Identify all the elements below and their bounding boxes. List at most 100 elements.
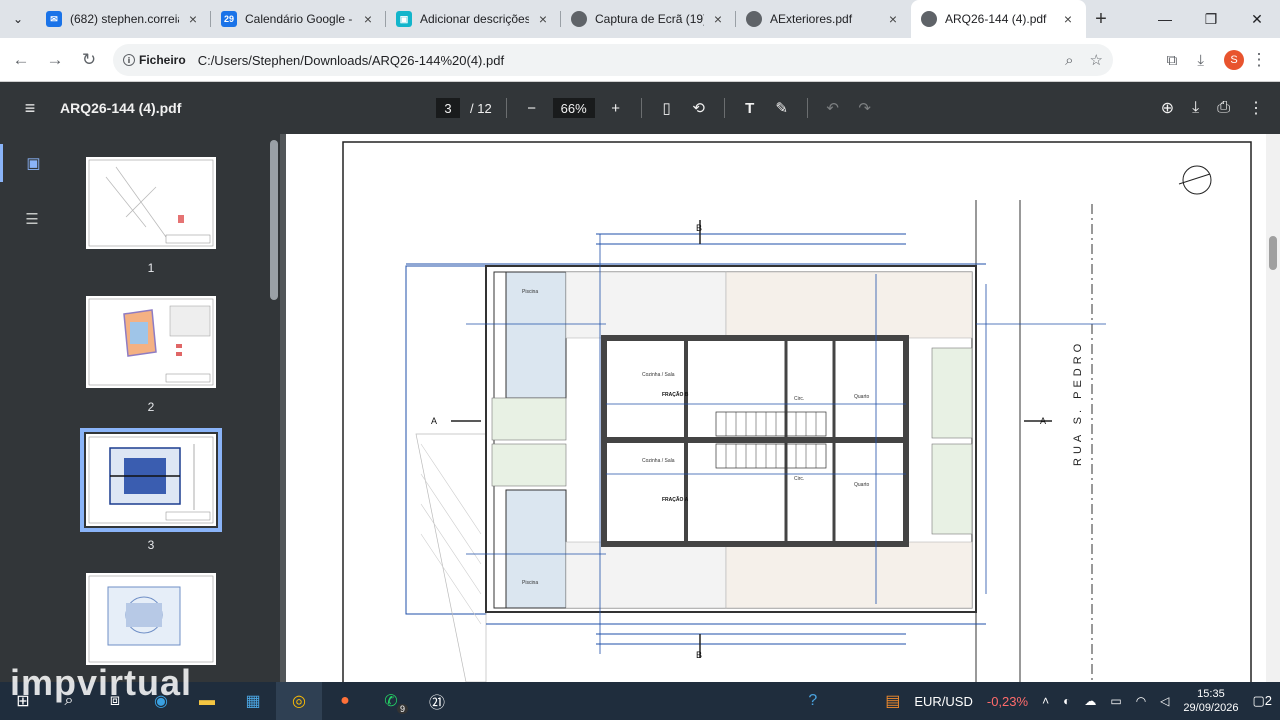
zoom-input[interactable]: 66%	[552, 98, 595, 118]
window-controls: — ❐ ✕	[1142, 0, 1280, 38]
tab-descriptions[interactable]: ▣ Adicionar descrições ×	[386, 0, 561, 38]
section-a-left: A	[431, 416, 437, 426]
tab-strip: ⌄ ✉ (682) stephen.correia × 29 Calendári…	[0, 0, 1280, 38]
add-annotation-icon[interactable]: ⊕	[1161, 98, 1174, 118]
close-icon[interactable]: ×	[360, 11, 376, 27]
pdf-toolbar: ≡ ARQ26-144 (4).pdf 3 / 12 − 66% + ▯ ⟲ T…	[0, 82, 1280, 134]
tab-calendar[interactable]: 29 Calendário Google - S ×	[211, 0, 386, 38]
notification-center-icon[interactable]: ▢2	[1252, 693, 1272, 709]
undo-icon[interactable]: ↶	[822, 99, 844, 117]
redo-icon[interactable]: ↷	[854, 99, 876, 117]
download-icon[interactable]: ⤓	[1192, 99, 1199, 117]
tray-expand-icon[interactable]: ˄	[1042, 694, 1049, 708]
page-thumbnail-3[interactable]	[80, 428, 222, 532]
zoom-lens-icon[interactable]: ⌕	[1065, 52, 1073, 69]
pdf-viewer: Piscina Piscina Cozinha / Sala Cozinha /…	[280, 134, 1280, 682]
close-icon[interactable]: ×	[710, 11, 726, 27]
app-21-icon[interactable]: ㉑	[414, 682, 460, 720]
draw-icon[interactable]: ✎	[771, 99, 793, 117]
download-icon[interactable]: ⤓	[1197, 52, 1204, 69]
globe-icon	[921, 11, 937, 27]
thumbnail-sidebar: ▣ ☰ 1 2 3	[0, 134, 268, 682]
page-thumbnail-1[interactable]	[86, 157, 216, 249]
tab-title: Adicionar descrições	[420, 12, 529, 26]
tab-title: AExteriores.pdf	[770, 12, 853, 26]
sidebar-scrollbar[interactable]	[268, 134, 280, 682]
zoom-out-icon[interactable]: −	[521, 100, 543, 117]
page-thumbnail-4[interactable]	[86, 573, 216, 665]
help-icon[interactable]: ?	[808, 692, 817, 710]
viewer-scrollbar[interactable]	[1266, 134, 1280, 682]
reload-icon[interactable]: ↻	[72, 43, 106, 77]
restore-icon[interactable]: ❐	[1188, 0, 1234, 38]
whatsapp-icon[interactable]: ✆ 9	[368, 682, 414, 720]
close-icon[interactable]: ×	[885, 11, 901, 27]
section-b-bottom: B	[696, 650, 702, 660]
chrome-icon[interactable]: ◎	[276, 682, 322, 720]
thumbnail-label: 2	[147, 400, 155, 414]
thumbnail-label: 3	[147, 538, 155, 552]
new-tab-button[interactable]: +	[1086, 8, 1116, 31]
divider	[505, 98, 507, 118]
firefox-icon[interactable]: ●	[322, 682, 368, 720]
info-icon[interactable]: i	[123, 54, 135, 66]
divider	[640, 98, 642, 118]
stocks-icon[interactable]: ▤	[885, 691, 900, 711]
back-icon[interactable]: ←	[4, 43, 38, 77]
zoom-in-icon[interactable]: +	[605, 100, 627, 117]
system-clock[interactable]: 15:35 29/09/2026	[1183, 687, 1238, 715]
fit-page-icon[interactable]: ▯	[656, 99, 678, 117]
browser-toolbar: ← → ↻ i Ficheiro C:/Users/Stephen/Downlo…	[0, 38, 1280, 82]
more-options-icon[interactable]: ⋮	[1248, 98, 1264, 118]
thumbnail-label: 1	[147, 261, 155, 275]
battery-icon[interactable]: ▭	[1110, 694, 1121, 708]
currency-pair[interactable]: EUR/USD	[914, 694, 973, 709]
close-window-icon[interactable]: ✕	[1234, 0, 1280, 38]
camera-icon[interactable]: ◐	[1063, 694, 1070, 708]
circulation-label-b: Circ.	[794, 396, 804, 402]
close-icon[interactable]: ×	[1060, 11, 1076, 27]
tab-search-button[interactable]: ⌄	[0, 0, 36, 38]
floor-plan-drawing: Piscina Piscina Cozinha / Sala Cozinha /…	[342, 141, 1252, 682]
bookmark-star-icon[interactable]: ☆	[1090, 51, 1103, 69]
rotate-icon[interactable]: ⟲	[688, 99, 710, 117]
tab-screenshot[interactable]: Captura de Ecrã (19).p ×	[561, 0, 736, 38]
thumbnails-view-icon[interactable]: ▣	[0, 144, 64, 182]
page-number-input[interactable]: 3	[436, 98, 460, 118]
street-label: RUA S. PEDRO	[1072, 340, 1084, 466]
pool-label-top: Piscina	[522, 289, 538, 295]
menu-kebab-icon[interactable]: ⋮	[1242, 43, 1276, 77]
text-size-icon[interactable]: T	[739, 100, 761, 117]
close-icon[interactable]: ×	[535, 11, 551, 27]
currency-change: -0,23%	[986, 693, 1029, 709]
tab-aexteriores[interactable]: AExteriores.pdf ×	[736, 0, 911, 38]
extensions-icon[interactable]: ⧉	[1167, 52, 1178, 69]
kitchen-label-a: Cozinha / Sala	[642, 458, 675, 464]
url-text[interactable]: C:/Users/Stephen/Downloads/ARQ26-144%20(…	[198, 53, 504, 68]
tab-gmail[interactable]: ✉ (682) stephen.correia ×	[36, 0, 211, 38]
avatar[interactable]: S	[1224, 50, 1244, 70]
forward-icon[interactable]: →	[38, 43, 72, 77]
pdf-page: Piscina Piscina Cozinha / Sala Cozinha /…	[286, 134, 1268, 682]
address-bar[interactable]: i Ficheiro C:/Users/Stephen/Downloads/AR…	[113, 44, 1113, 76]
clock-time: 15:35	[1197, 688, 1225, 700]
minimize-icon[interactable]: —	[1142, 0, 1188, 38]
page-thumbnail-2[interactable]	[86, 296, 216, 388]
wifi-icon[interactable]: ◠	[1136, 694, 1146, 708]
bedroom-label-a: Quarto	[854, 482, 870, 488]
volume-icon[interactable]: ◁	[1160, 694, 1169, 708]
scrollbar-thumb[interactable]	[1269, 236, 1277, 270]
notification-count: 2	[1264, 693, 1272, 708]
scheme-label: Ficheiro	[139, 53, 186, 67]
close-icon[interactable]: ×	[185, 11, 201, 27]
outline-view-icon[interactable]: ☰	[0, 200, 64, 238]
globe-icon	[571, 11, 587, 27]
hamburger-icon[interactable]: ≡	[0, 98, 60, 119]
tab-arq26[interactable]: ARQ26-144 (4).pdf ×	[911, 0, 1086, 38]
pool-label-bottom: Piscina	[522, 580, 538, 586]
print-icon[interactable]: ⎙	[1217, 99, 1230, 117]
scrollbar-thumb[interactable]	[270, 140, 278, 300]
calculator-icon[interactable]: ▦	[230, 682, 276, 720]
onedrive-icon[interactable]: ☁	[1084, 694, 1096, 708]
fraction-b-label: FRAÇÃO B	[662, 391, 689, 398]
